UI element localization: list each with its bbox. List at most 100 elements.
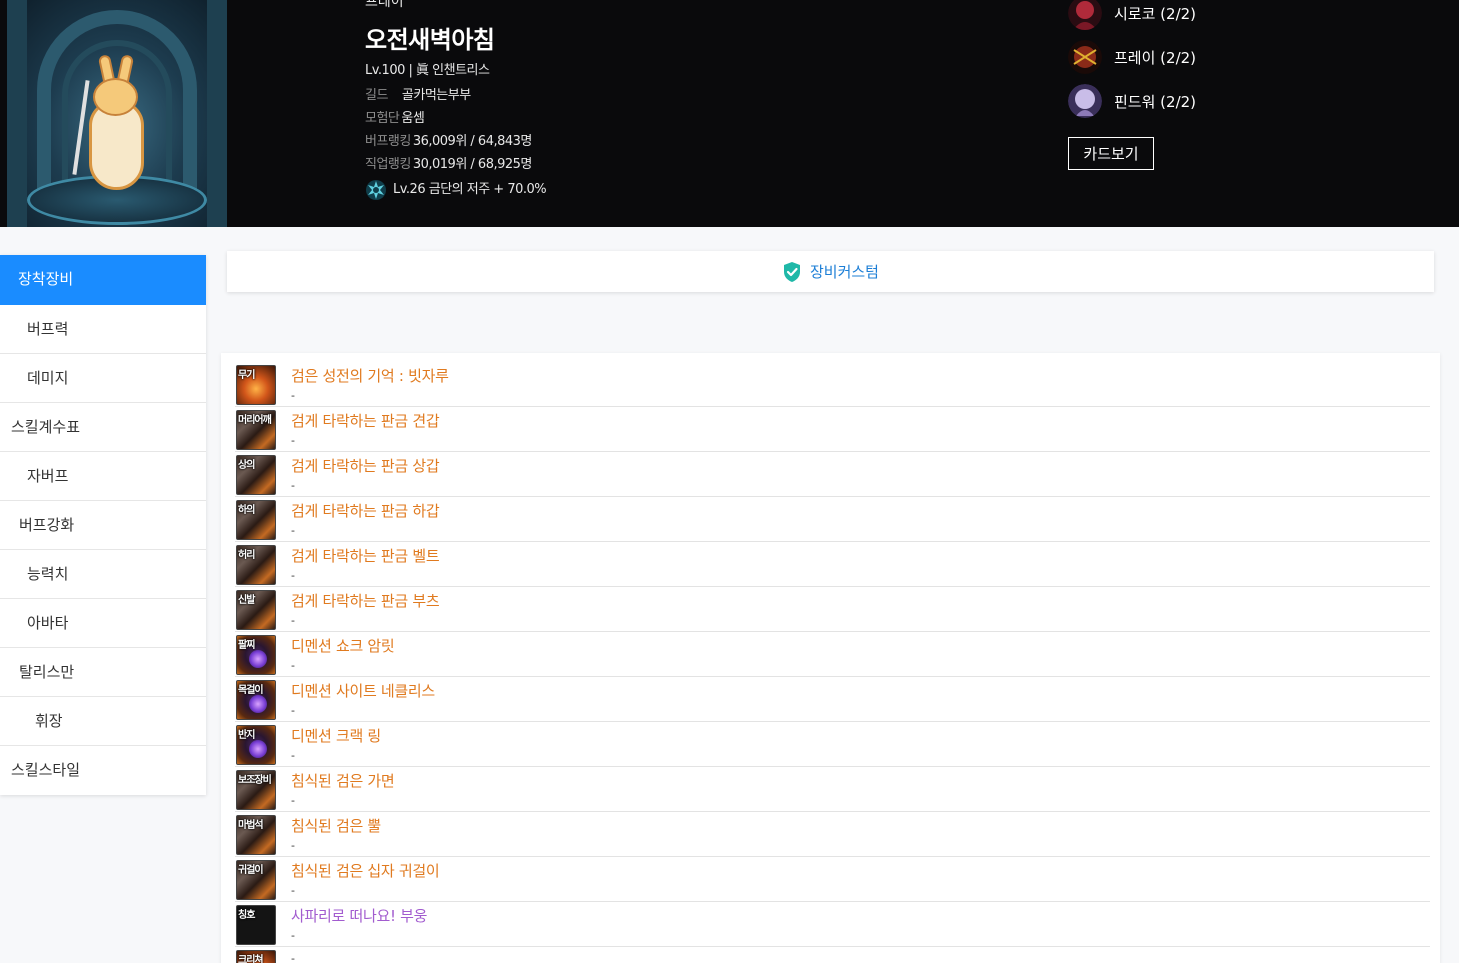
equipment-row: 머리어깨 검게 타락하는 판금 견갑 - xyxy=(235,407,1430,452)
equipment-detail: - xyxy=(291,434,295,447)
equipment-icon[interactable]: 보조장비 xyxy=(236,770,276,810)
character-level: Lv.100 | 眞 인챈트리스 xyxy=(365,63,490,78)
sidebar-item[interactable]: 자버프 xyxy=(0,452,206,501)
equipment-icon[interactable]: 팔찌 xyxy=(236,635,276,675)
equipment-row: 크리쳐 - xyxy=(235,947,1430,963)
equipment-name[interactable]: 검게 타락하는 판금 벨트 xyxy=(291,545,440,566)
buff-rank-row: 버프랭킹 36,009위 / 64,843명 xyxy=(365,130,532,149)
sidebar-item[interactable]: 데미지 xyxy=(0,354,206,403)
adventure-label: 모험단 xyxy=(365,111,400,126)
equipment-row: 귀걸이 침식된 검은 십자 귀걸이 - xyxy=(235,857,1430,902)
gem-icon xyxy=(249,650,267,668)
sidebar-item[interactable]: 스킬스타일 xyxy=(0,746,206,795)
equipment-name[interactable]: 침식된 검은 십자 귀걸이 xyxy=(291,860,440,881)
guild-row: 길드 골카먹는부부 xyxy=(365,84,471,103)
equipment-custom-button[interactable]: 장비커스텀 xyxy=(227,251,1434,292)
sidebar-item[interactable]: 스킬계수표 xyxy=(0,403,206,452)
sidebar-item-label: 데미지 xyxy=(27,369,69,387)
equipment-detail: - xyxy=(291,952,295,963)
equipment-icon[interactable]: 무기 xyxy=(236,365,276,405)
equipment-slot-label: 보조장비 xyxy=(238,775,272,786)
equipment-slot-label: 상의 xyxy=(238,460,255,471)
equipment-slot-label: 신발 xyxy=(238,595,255,606)
equipment-icon[interactable]: 상의 xyxy=(236,455,276,495)
equipment-slot-label: 귀걸이 xyxy=(238,865,264,876)
party-member-name: 시로코 (2/2) xyxy=(1114,5,1197,23)
sidebar-item-label: 탈리스만 xyxy=(19,663,75,681)
equipment-icon[interactable]: 신발 xyxy=(236,590,276,630)
equipment-slot-label: 크리쳐 xyxy=(238,955,264,963)
equipment-name[interactable]: 검게 타락하는 판금 상갑 xyxy=(291,455,440,476)
card-view-button[interactable]: 카드보기 xyxy=(1068,137,1154,170)
sidebar-item-label: 장착장비 xyxy=(18,270,74,288)
buff-rank-value: 36,009위 / 64,843명 xyxy=(412,134,533,149)
equipment-icon[interactable]: 칭호 xyxy=(236,905,276,945)
curse-icon xyxy=(366,179,386,200)
prey-avatar-icon xyxy=(1068,40,1102,74)
equipment-slot-label: 허리 xyxy=(238,550,255,561)
equipment-icon[interactable]: 귀걸이 xyxy=(236,860,276,900)
buff-rank-label: 버프랭킹 xyxy=(365,134,411,149)
party-member-prey: 프레이 (2/2) xyxy=(1068,40,1268,74)
equipment-name[interactable]: 사파리로 떠나요! 부웅 xyxy=(291,905,427,926)
gem-icon xyxy=(249,695,267,713)
sidebar-item[interactable]: 탈리스만 xyxy=(0,648,206,697)
equipment-detail: - xyxy=(291,479,295,492)
curse-value: Lv.26 금단의 저주 + 70.0% xyxy=(393,182,547,197)
equipment-icon[interactable]: 크리쳐 xyxy=(236,950,276,963)
sidebar-menu: 장착장비버프력데미지스킬계수표자버프버프강화능력치아바타탈리스만휘장스킬스타일 xyxy=(0,255,206,795)
equipment-name[interactable]: 검은 성전의 기억 : 빗자루 xyxy=(291,365,449,386)
sidebar-item-label: 스킬계수표 xyxy=(11,418,81,436)
sidebar-item-label: 아바타 xyxy=(27,614,69,632)
sidebar-item-label: 자버프 xyxy=(27,467,69,485)
equipment-name[interactable]: 검게 타락하는 판금 부츠 xyxy=(291,590,440,611)
equipment-row: 칭호 사파리로 떠나요! 부웅 - xyxy=(235,902,1430,947)
equipment-list: 무기 검은 성전의 기억 : 빗자루 - 머리어깨 검게 타락하는 판금 견갑 - 상의 검게… xyxy=(221,353,1440,963)
equipment-slot-label: 마법석 xyxy=(238,820,264,831)
equipment-detail: - xyxy=(291,929,295,942)
equipment-name[interactable]: 침식된 검은 뿔 xyxy=(291,815,381,836)
equipment-row: 반지 디멘션 크랙 링 - xyxy=(235,722,1430,767)
character-name: 오전새벽아침 xyxy=(365,26,495,54)
equipment-icon[interactable]: 머리어깨 xyxy=(236,410,276,450)
sidebar-item[interactable]: 버프력 xyxy=(0,305,206,354)
equipment-custom-label: 장비커스텀 xyxy=(809,263,879,281)
equipment-icon[interactable]: 허리 xyxy=(236,545,276,585)
job-rank-label: 직업랭킹 xyxy=(365,157,411,172)
equipment-name[interactable]: 디멘션 사이트 네클리스 xyxy=(291,680,435,701)
equipment-row: 상의 검게 타락하는 판금 상갑 - xyxy=(235,452,1430,497)
equipment-slot-label: 머리어깨 xyxy=(238,415,272,426)
equipment-icon[interactable]: 목걸이 xyxy=(236,680,276,720)
equipment-name[interactable]: 검게 타락하는 판금 하갑 xyxy=(291,500,440,521)
sidebar-item[interactable]: 장착장비 xyxy=(0,255,206,305)
party-member-name: 프레이 (2/2) xyxy=(1114,49,1197,67)
equipment-name[interactable]: 디멘션 크랙 링 xyxy=(291,725,381,746)
equipment-row: 무기 검은 성전의 기억 : 빗자루 - xyxy=(235,362,1430,407)
shield-check-icon xyxy=(783,261,800,282)
equipment-icon[interactable]: 반지 xyxy=(236,725,276,765)
character-class: 프레이 xyxy=(365,0,404,10)
sidebar-item-label: 휘장 xyxy=(35,712,63,730)
equipment-name[interactable]: 검게 타락하는 판금 견갑 xyxy=(291,410,440,431)
sidebar-item[interactable]: 아바타 xyxy=(0,599,206,648)
sidebar-item[interactable]: 능력치 xyxy=(0,550,206,599)
equipment-row: 마법석 침식된 검은 뿔 - xyxy=(235,812,1430,857)
sidebar-item[interactable]: 휘장 xyxy=(0,697,206,746)
fiendwar-avatar-icon xyxy=(1068,84,1102,118)
character-portrait xyxy=(7,0,227,227)
equipment-slot-label: 칭호 xyxy=(238,910,255,921)
siroco-avatar-icon xyxy=(1068,0,1102,30)
equipment-name[interactable]: 디멘션 쇼크 암릿 xyxy=(291,635,395,656)
sidebar-item-label: 능력치 xyxy=(27,565,69,583)
sidebar-item-label: 버프강화 xyxy=(19,516,75,534)
sidebar-item[interactable]: 버프강화 xyxy=(0,501,206,550)
job-rank-value: 30,019위 / 68,925명 xyxy=(412,157,533,172)
equipment-icon[interactable]: 하의 xyxy=(236,500,276,540)
equipment-slot-label: 목걸이 xyxy=(238,685,264,696)
equipment-row: 신발 검게 타락하는 판금 부츠 - xyxy=(235,587,1430,632)
equipment-row: 허리 검게 타락하는 판금 벨트 - xyxy=(235,542,1430,587)
equipment-name[interactable]: 침식된 검은 가면 xyxy=(291,770,395,791)
equipment-detail: - xyxy=(291,794,295,807)
equipment-slot-label: 무기 xyxy=(238,370,255,381)
equipment-icon[interactable]: 마법석 xyxy=(236,815,276,855)
